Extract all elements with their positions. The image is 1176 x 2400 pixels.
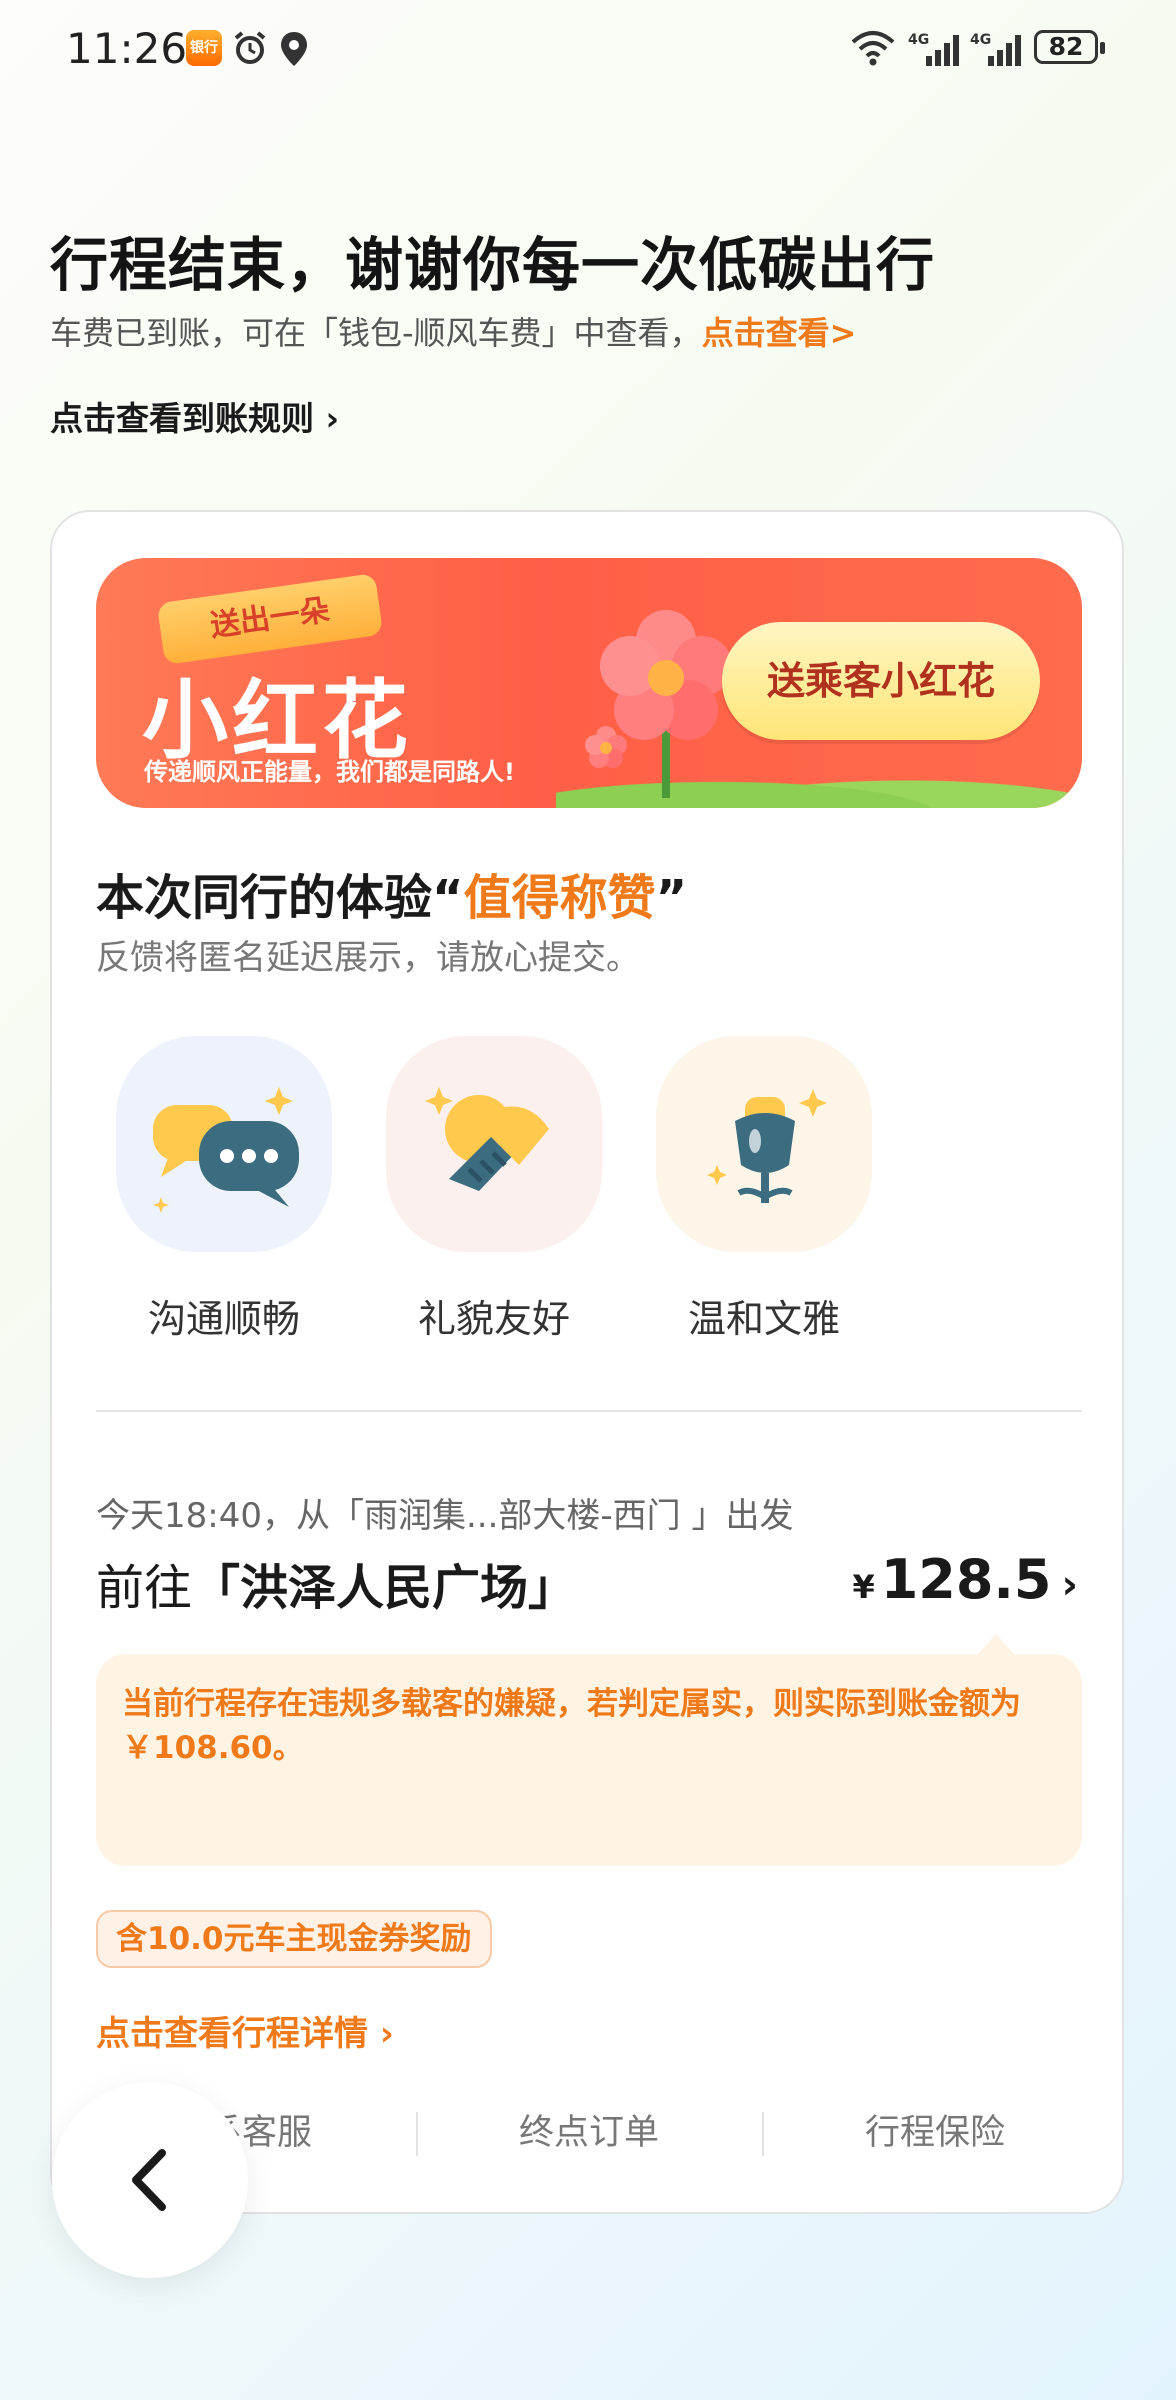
status-bar: 11:26 银行 4G 4G 82: [0, 0, 1176, 96]
praise-tile: [116, 1036, 332, 1252]
destination-name: 「洪泽人民广场」: [192, 1560, 577, 1616]
chat-bubbles-icon: [153, 1087, 299, 1213]
chevron-right-icon: ›: [1061, 1562, 1078, 1608]
praise-label: 礼貌友好: [417, 1297, 570, 1341]
experience-title-highlight: 值得称赞: [463, 870, 656, 926]
handshake-icon: [425, 1087, 549, 1191]
status-time: 11:26: [66, 24, 188, 73]
trip-insurance-button[interactable]: 行程保险: [765, 2104, 1105, 2155]
praise-option-gentle[interactable]: 温和文雅: [654, 1036, 874, 1343]
experience-title-prefix: 本次同行的体验“: [96, 870, 464, 926]
trip-price[interactable]: ¥128.5 ›: [852, 1548, 1078, 1611]
view-wallet-link[interactable]: 点击查看>: [702, 314, 857, 352]
divider: [96, 1410, 1082, 1412]
wifi-icon: [851, 31, 895, 66]
departure-info: 今天18:40，从「雨润集...部大楼-西门 」出发: [96, 1496, 794, 1536]
battery-indicator: 82: [1034, 30, 1105, 64]
experience-title: 本次同行的体验“值得称赞”: [96, 858, 687, 928]
action-separator: [416, 2112, 418, 2156]
praise-option-polite[interactable]: 礼貌友好: [384, 1036, 604, 1343]
experience-subtitle: 反馈将匿名延迟展示，请放心提交。: [96, 938, 640, 978]
praise-tile: [386, 1036, 602, 1252]
destination: 前往「洪泽人民广场」: [96, 1548, 576, 1618]
praise-tile: [656, 1036, 872, 1252]
bank-app-icon: 银行: [186, 30, 222, 66]
send-flower-button[interactable]: 送乘客小红花: [722, 622, 1040, 740]
alarm-icon: [234, 31, 266, 64]
trip-card: 送出一朵 小红花 传递顺风正能量，我们都是同路人! 送乘客小红花 本次同行的体验…: [50, 510, 1124, 2214]
red-flower-banner[interactable]: 送出一朵 小红花 传递顺风正能量，我们都是同路人! 送乘客小红花: [96, 558, 1082, 808]
coupon-badge: 含10.0元车主现金券奖励: [96, 1910, 492, 1968]
action-separator: [762, 2112, 764, 2156]
price-value: 128.5: [880, 1548, 1052, 1611]
currency-symbol: ¥: [852, 1568, 875, 1606]
arrival-rules-link[interactable]: 点击查看到账规则 ›: [50, 392, 339, 440]
location-icon: [281, 32, 307, 66]
tulip-icon: [707, 1089, 827, 1203]
fare-subtitle: 车费已到账，可在「钱包-顺风车费」中查看，点击查看>: [50, 308, 856, 354]
praise-option-communication[interactable]: 沟通顺畅: [114, 1036, 334, 1343]
chevron-left-icon: [132, 2149, 166, 2211]
page-title: 行程结束，谢谢你每一次低碳出行: [50, 231, 936, 299]
banner-slogan: 传递顺风正能量，我们都是同路人!: [144, 758, 515, 786]
praise-label: 温和文雅: [687, 1297, 840, 1341]
network-label: 4G: [908, 32, 929, 48]
destination-order-button[interactable]: 终点订单: [419, 2104, 759, 2155]
destination-prefix: 前往: [96, 1560, 193, 1616]
back-button[interactable]: [52, 2082, 248, 2278]
signal-icon-2: 4G: [970, 32, 1021, 66]
fare-subtitle-text: 车费已到账，可在「钱包-顺风车费」中查看，: [50, 314, 702, 352]
signal-icon: 4G: [908, 32, 959, 66]
network-label-2: 4G: [970, 32, 991, 48]
trip-detail-link[interactable]: 点击查看行程详情 ›: [96, 2006, 394, 2055]
overload-warning: 当前行程存在违规多载客的嫌疑，若判定属实，则实际到账金额为￥108.60。: [96, 1634, 1082, 1866]
experience-title-suffix: ”: [655, 870, 688, 926]
praise-label: 沟通顺畅: [147, 1297, 300, 1341]
